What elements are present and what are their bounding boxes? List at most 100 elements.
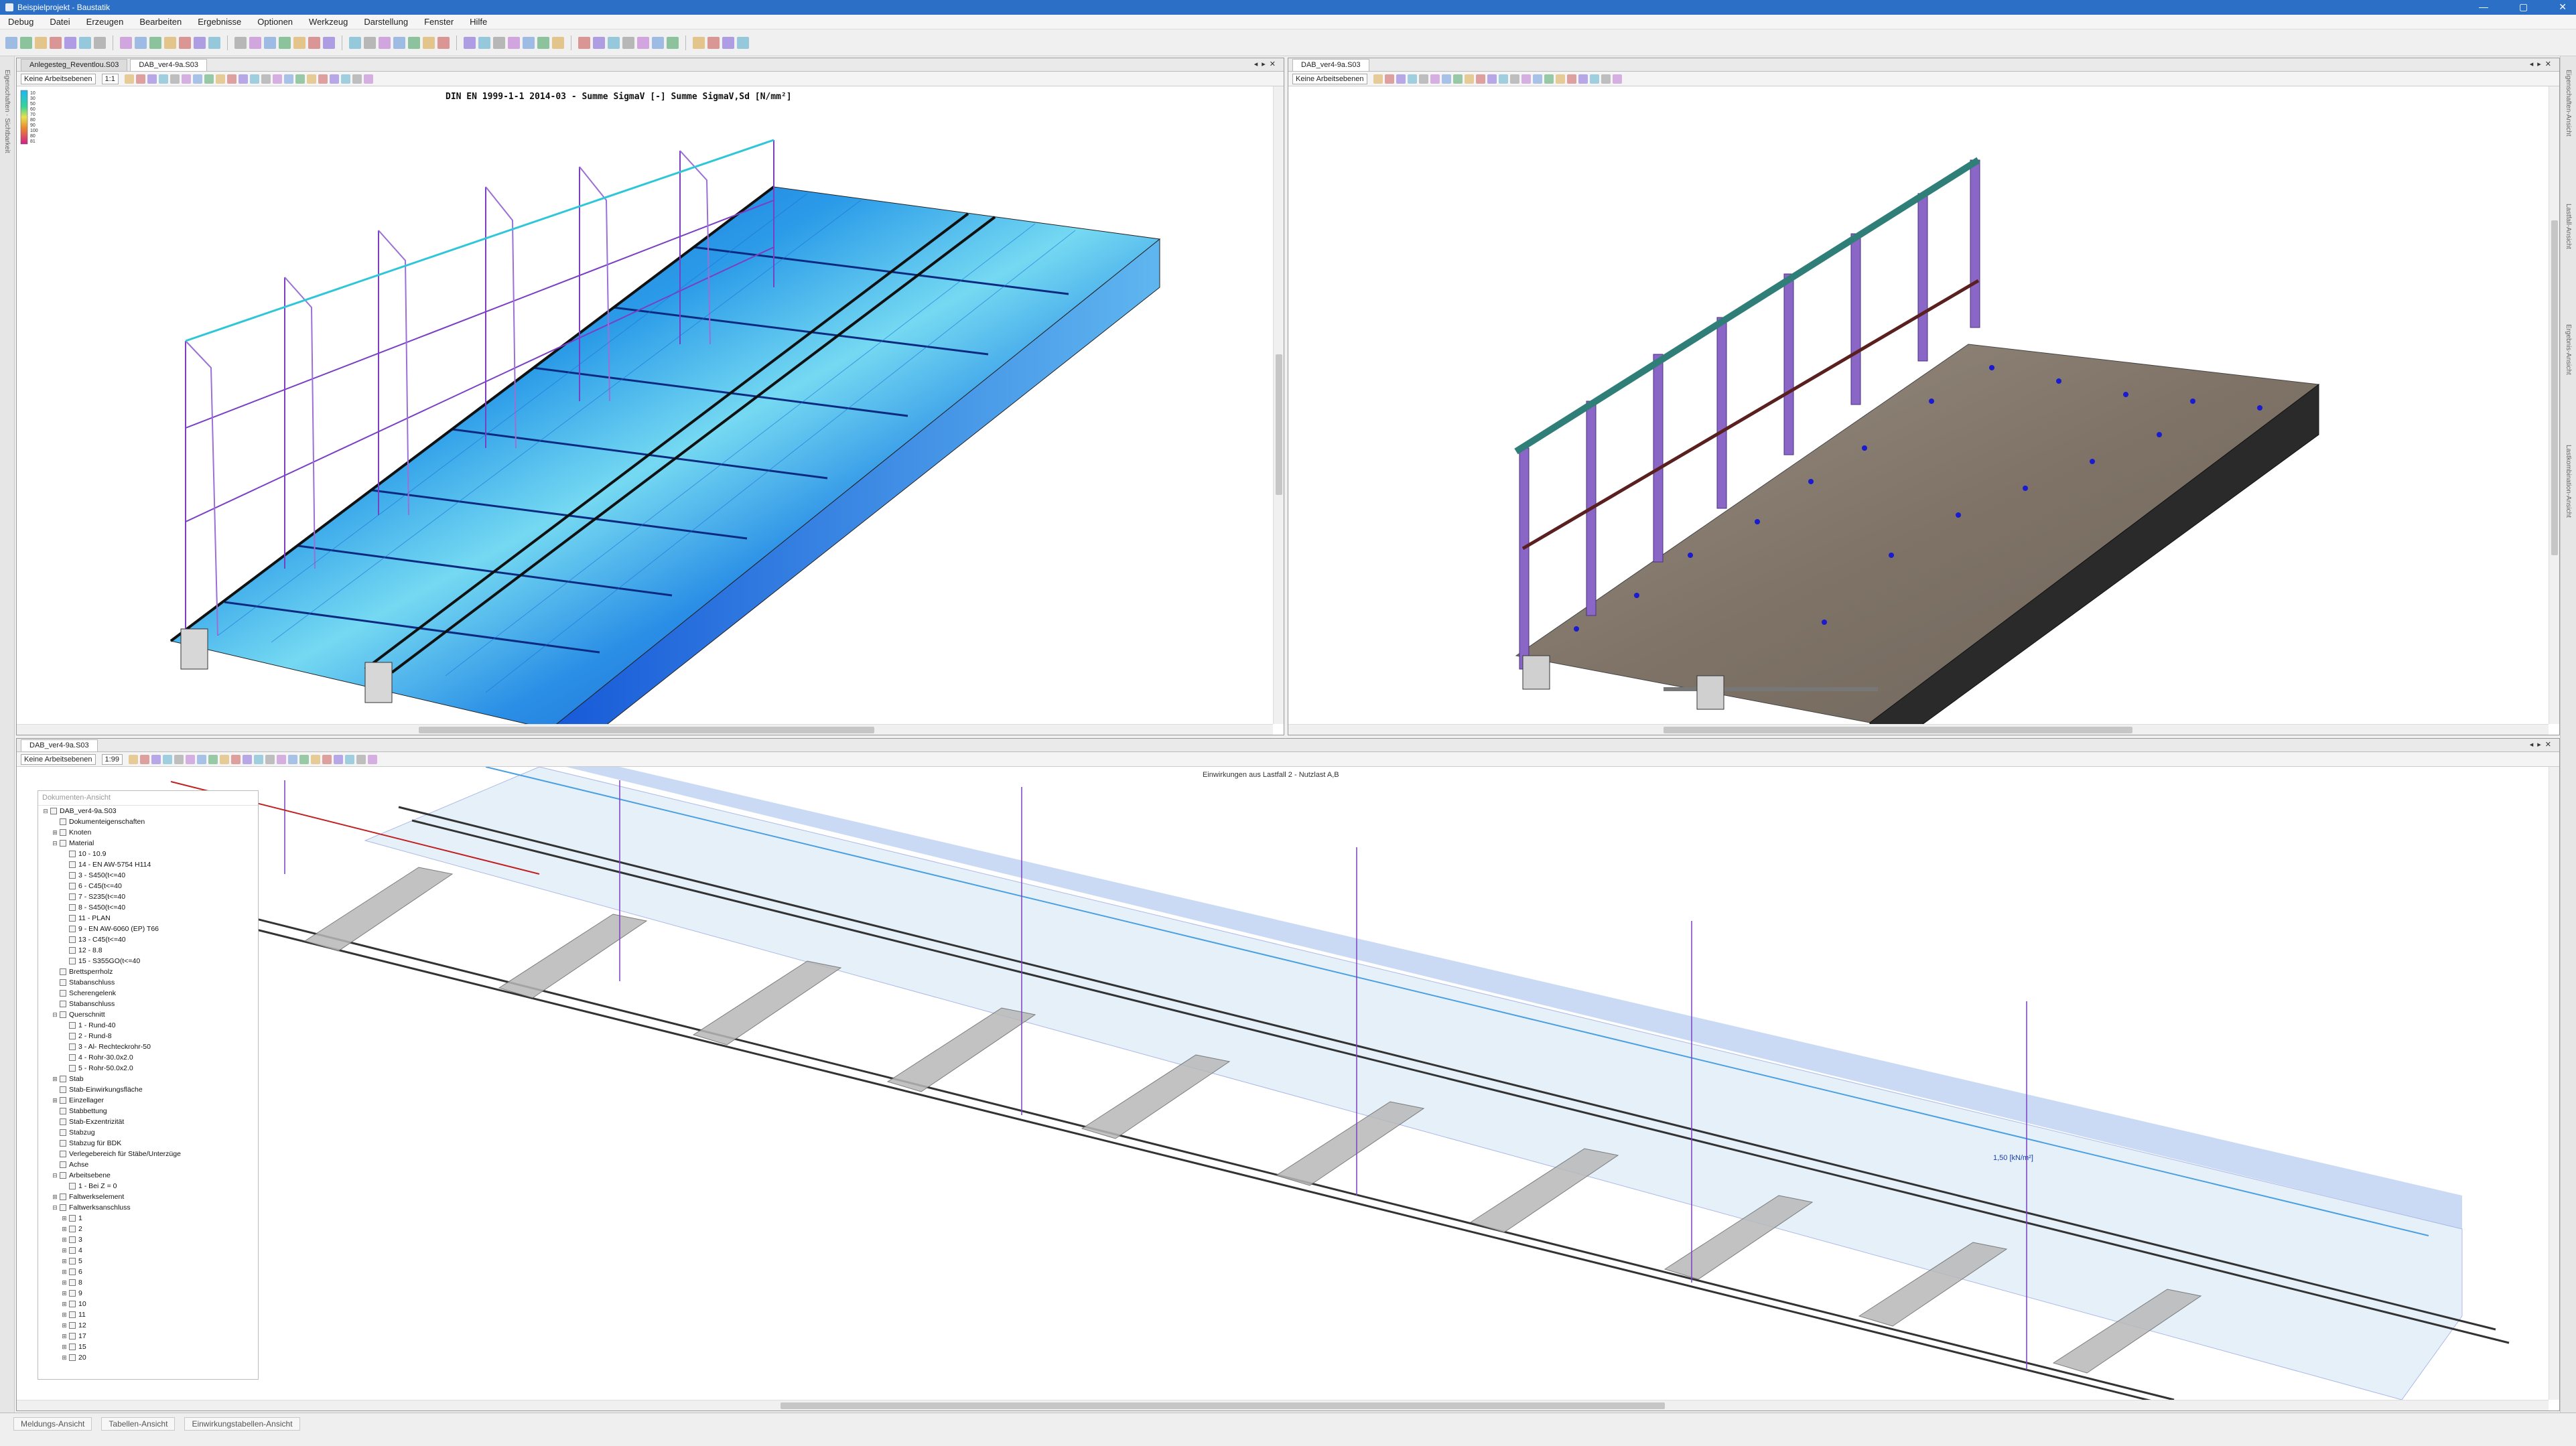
minimize-button[interactable]: — (2479, 1, 2488, 13)
view-tool-icon[interactable] (310, 754, 320, 764)
toolbar-tool-icon[interactable] (249, 36, 261, 49)
tree-item[interactable]: ⊞ 15 (38, 1342, 258, 1352)
tree-item[interactable]: ⊟ Faltwerksanschluss (38, 1202, 258, 1213)
view-tool-icon[interactable] (249, 74, 259, 84)
view-tool-icon[interactable] (1487, 74, 1497, 84)
toolbar-tool-icon[interactable] (593, 36, 605, 49)
tree-expander[interactable]: ⊞ (61, 1269, 68, 1276)
toolbar-tool-icon[interactable] (393, 36, 405, 49)
tree-item[interactable]: 1 - Rund-40 (38, 1020, 258, 1031)
tree-expander[interactable]: ⊞ (61, 1258, 68, 1265)
tree-item[interactable]: Stab-Exzentrizität (38, 1116, 258, 1127)
pane-window-controls[interactable]: ◂▸✕ (2530, 60, 2555, 68)
tab-tables[interactable]: Tabellen-Ansicht (101, 1417, 176, 1431)
close-button[interactable]: ✕ (2559, 1, 2567, 13)
toolbar-tool-icon[interactable] (437, 36, 450, 49)
tree-item[interactable]: 13 - C45(t<=40 (38, 934, 258, 945)
view-tool-icon[interactable] (1464, 74, 1474, 84)
toolbar-tool-icon[interactable] (408, 36, 420, 49)
view-tool-icon[interactable] (367, 754, 377, 764)
view-tool-icon[interactable] (283, 74, 293, 84)
tree-item[interactable]: ⊞ 12 (38, 1320, 258, 1331)
toolbar-tool-icon[interactable] (349, 36, 361, 49)
view-tool-icon[interactable] (139, 754, 149, 764)
menu-fenster[interactable]: Fenster (424, 17, 454, 27)
toolbar-tool-icon[interactable] (79, 36, 91, 49)
toolbar-tool-icon[interactable] (537, 36, 549, 49)
tree-expander[interactable]: ⊞ (61, 1226, 68, 1233)
toolbar-tool-icon[interactable] (20, 36, 32, 49)
tree-item[interactable]: ⊟ Querschnitt (38, 1009, 258, 1020)
view-tool-icon[interactable] (135, 74, 145, 84)
view-tool-icon[interactable] (1407, 74, 1417, 84)
tree-item[interactable]: Stabanschluss (38, 977, 258, 988)
view-tool-icon[interactable] (230, 754, 241, 764)
tree-expander[interactable]: ⊞ (52, 829, 58, 837)
tree-expander[interactable]: ⊞ (61, 1333, 68, 1340)
toolbar-tool-icon[interactable] (5, 36, 17, 49)
tree-item[interactable]: Brettsperrholz (38, 966, 258, 977)
view-tool-icon[interactable] (318, 74, 328, 84)
tree-item[interactable]: 5 - Rohr-50.0x2.0 (38, 1063, 258, 1074)
toolbar-tool-icon[interactable] (279, 36, 291, 49)
view-tool-icon[interactable] (363, 74, 373, 84)
tree-item[interactable]: ⊞ 4 (38, 1245, 258, 1256)
tree-item[interactable]: 4 - Rohr-30.0x2.0 (38, 1052, 258, 1063)
menu-datei[interactable]: Datei (50, 17, 70, 27)
tree-item[interactable]: ⊞ Stab (38, 1074, 258, 1084)
tab-load-tables[interactable]: Einwirkungstabellen-Ansicht (184, 1417, 300, 1431)
tree-expander[interactable]: ⊞ (52, 1076, 58, 1083)
menu-debug[interactable]: Debug (8, 17, 33, 27)
tab-messages[interactable]: Meldungs-Ansicht (13, 1417, 92, 1431)
left-dock-tab[interactable]: Eigenschaften · Sichtbarkeit (3, 70, 11, 153)
view-tool-icon[interactable] (185, 754, 195, 764)
tree-expander[interactable]: ⊞ (61, 1236, 68, 1244)
toolbar-tool-icon[interactable] (64, 36, 76, 49)
view-tool-icon[interactable] (1601, 74, 1611, 84)
tree-item[interactable]: 2 - Rund-8 (38, 1031, 258, 1041)
right-dock-tab-properties[interactable]: Eigenschaften-Ansicht (2565, 70, 2572, 137)
toolbar-tool-icon[interactable] (637, 36, 649, 49)
tree-item[interactable]: Stabanschluss (38, 999, 258, 1009)
tree-item[interactable]: ⊞ 10 (38, 1299, 258, 1309)
tree-expander[interactable]: ⊞ (61, 1279, 68, 1287)
toolbar-tool-icon[interactable] (423, 36, 435, 49)
toolbar-tool-icon[interactable] (478, 36, 490, 49)
tree-expander[interactable]: ⊟ (52, 1011, 58, 1019)
toolbar-tool-icon[interactable] (135, 36, 147, 49)
view-tool-icon[interactable] (181, 74, 191, 84)
toolbar-tool-icon[interactable] (608, 36, 620, 49)
tree-item[interactable]: ⊞ 8 (38, 1277, 258, 1288)
pane-window-controls[interactable]: ◂▸✕ (2530, 740, 2555, 749)
pane-window-controls[interactable]: ◂▸✕ (1254, 60, 1280, 68)
vertical-scrollbar[interactable] (2549, 86, 2559, 724)
tree-item[interactable]: Verlegebereich für Stäbe/Unterzüge (38, 1149, 258, 1159)
view-tool-icon[interactable] (147, 74, 157, 84)
toolbar-tool-icon[interactable] (264, 36, 276, 49)
menu-hilfe[interactable]: Hilfe (470, 17, 487, 27)
view-tool-icon[interactable] (352, 74, 362, 84)
tree-item[interactable]: ⊞ 6 (38, 1267, 258, 1277)
tree-item[interactable]: 3 - Al- Rechteckrohr-50 (38, 1041, 258, 1052)
toolbar-tool-icon[interactable] (35, 36, 47, 49)
tree-item[interactable]: Stabbettung (38, 1106, 258, 1116)
tree-expander[interactable]: ⊞ (61, 1354, 68, 1362)
view-tool-icon[interactable] (265, 754, 275, 764)
tree-item[interactable]: Stab-Einwirkungsfläche (38, 1084, 258, 1095)
view-tool-icon[interactable] (253, 754, 263, 764)
toolbar-tool-icon[interactable] (464, 36, 476, 49)
right-dock-tab-combination[interactable]: Lastkombination-Ansicht (2565, 445, 2572, 518)
view-tool-icon[interactable] (170, 74, 180, 84)
tree-item[interactable]: 12 - 8.8 (38, 945, 258, 956)
tree-item[interactable]: 15 - S355GO(t<=40 (38, 956, 258, 966)
menu-ergebnisse[interactable]: Ergebnisse (198, 17, 241, 27)
view-tool-icon[interactable] (344, 754, 354, 764)
3d-viewport-structure[interactable]: Einwirkungen aus Lastfall 2 - Nutzlast A… (17, 766, 2549, 1411)
toolbar-tool-icon[interactable] (578, 36, 590, 49)
view-tool-icon[interactable] (196, 754, 206, 764)
view-tool-icon[interactable] (1396, 74, 1406, 84)
tree-expander[interactable]: ⊞ (52, 1097, 58, 1104)
view-tool-icon[interactable] (1532, 74, 1542, 84)
horizontal-scrollbar[interactable] (17, 724, 1273, 735)
toolbar-tool-icon[interactable] (323, 36, 335, 49)
